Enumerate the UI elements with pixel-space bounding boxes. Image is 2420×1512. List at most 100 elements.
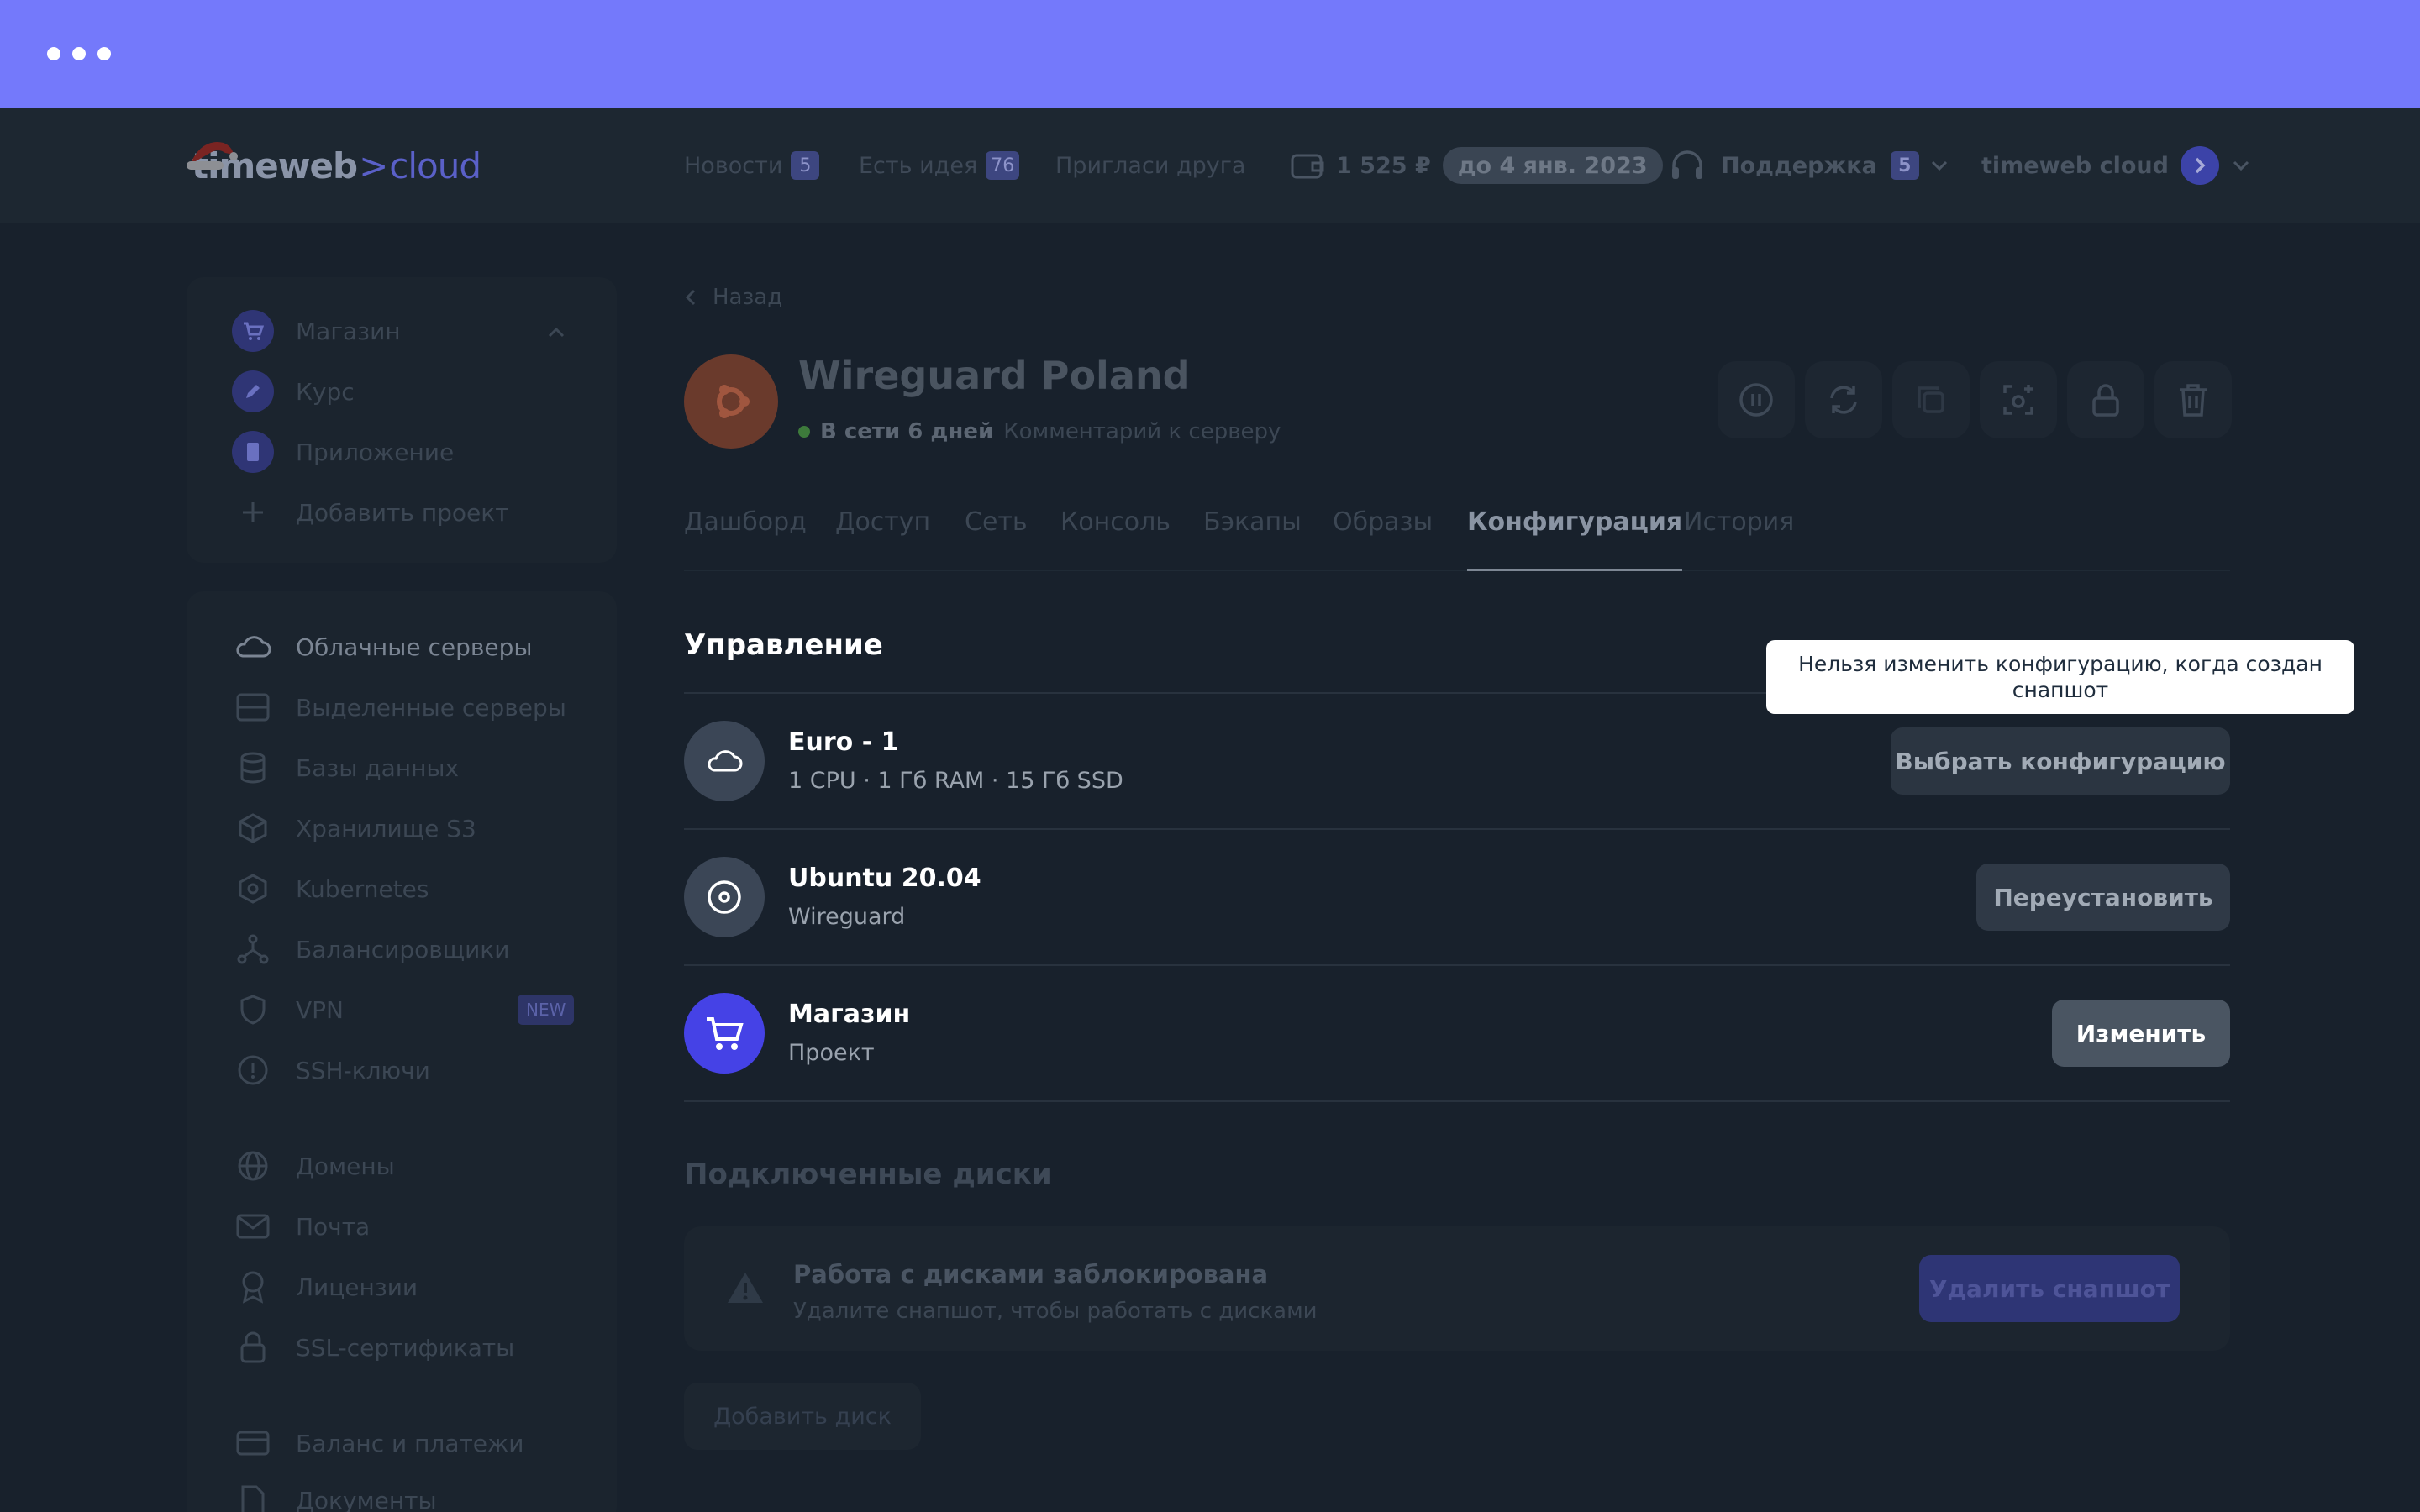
os-name: Ubuntu 20.04 xyxy=(788,864,981,893)
sidebar-item-billing[interactable]: Баланс и платежи xyxy=(232,1420,523,1467)
sidebar-item-label: Базы данных xyxy=(296,753,460,782)
sidebar-item-label: SSH-ключи xyxy=(296,1056,430,1084)
sidebar-item-label: Балансировщики xyxy=(296,935,510,963)
browser-title-bar xyxy=(0,0,2420,108)
nav-invite-friend[interactable]: Пригласи друга xyxy=(1055,144,1245,186)
account-arrow-button[interactable] xyxy=(2180,146,2219,185)
sidebar-item-dedicated-servers[interactable]: Выделенные серверы xyxy=(232,684,566,731)
tab-dashboard[interactable]: Дашборд xyxy=(684,502,807,571)
network-nodes-icon xyxy=(232,928,274,970)
sidebar-item-s3-storage[interactable]: Хранилище S3 xyxy=(232,805,476,852)
chevron-right-icon xyxy=(2195,157,2206,174)
reboot-button[interactable] xyxy=(1805,361,1882,438)
sidebar-item-ssl[interactable]: SSL-сертификаты xyxy=(232,1324,514,1371)
cart-icon xyxy=(707,1017,744,1050)
sidebar-project-app[interactable]: Приложение xyxy=(232,428,454,475)
tab-history[interactable]: История xyxy=(1684,502,1794,571)
chevron-down-icon xyxy=(1931,160,1947,171)
top-header: timeweb > cloud Новости 5 Есть идея 76 П… xyxy=(0,108,2420,223)
sidebar-item-label: Документы xyxy=(296,1486,437,1512)
cloud-icon xyxy=(708,750,743,772)
shield-icon xyxy=(232,989,274,1031)
headset-icon xyxy=(1672,150,1702,179)
copy-icon xyxy=(1918,386,1944,413)
pencil-icon xyxy=(232,370,274,412)
account-menu[interactable]: timeweb cloud xyxy=(1981,144,2251,186)
tab-network[interactable]: Сеть xyxy=(965,502,1028,571)
back-link[interactable]: Назад xyxy=(684,281,782,314)
sidebar-item-documents[interactable]: Документы xyxy=(232,1477,437,1512)
sidebar-item-balancers[interactable]: Балансировщики xyxy=(232,926,509,973)
sidebar-item-vpn[interactable]: VPN xyxy=(232,986,344,1033)
sidebar-item-label: Kubernetes xyxy=(296,874,429,903)
nav-news[interactable]: Новости 5 xyxy=(684,144,820,186)
sidebar-item-ssh-keys[interactable]: SSH-ключи xyxy=(232,1047,430,1094)
timeweb-logo[interactable]: timeweb > cloud xyxy=(187,136,481,195)
nav-idea-badge: 76 xyxy=(986,151,1020,180)
server-status-line: В сети 6 дней Комментарий к серверу xyxy=(798,417,1281,447)
support-badge: 5 xyxy=(1890,151,1919,180)
snapshot-button[interactable] xyxy=(1980,361,2057,438)
nav-news-badge: 5 xyxy=(791,151,820,180)
balance-until-pill: до 4 янв. 2023 xyxy=(1442,147,1663,184)
chevron-down-icon xyxy=(2233,160,2249,171)
change-project-button[interactable]: Изменить xyxy=(2052,1000,2230,1067)
tab-configuration[interactable]: Конфигурация xyxy=(1467,502,1683,571)
dot xyxy=(97,47,111,60)
vpn-new-badge: NEW xyxy=(518,995,575,1025)
lock-icon xyxy=(2092,384,2119,417)
sidebar-item-databases[interactable]: Базы данных xyxy=(232,744,459,791)
sidebar-item-domains[interactable]: Домены xyxy=(232,1142,395,1189)
plus-icon xyxy=(232,491,274,533)
disks-locked-subtitle: Удалите снапшот, чтобы работать с дискам… xyxy=(793,1299,1318,1324)
nav-idea[interactable]: Есть идея 76 xyxy=(859,144,1020,186)
sidebar-item-label: Выделенные серверы xyxy=(296,693,566,722)
tab-images[interactable]: Образы xyxy=(1333,502,1433,571)
sidebar-project-label: Добавить проект xyxy=(296,498,509,527)
sidebar-item-cloud-servers[interactable]: Облачные серверы xyxy=(232,623,532,670)
balance-amount: 1 525 ₽ xyxy=(1336,152,1431,179)
chevron-up-icon[interactable] xyxy=(546,326,566,339)
document-icon xyxy=(232,1479,274,1512)
delete-server-button[interactable] xyxy=(2154,361,2232,438)
tab-console[interactable]: Консоль xyxy=(1060,502,1171,571)
kubernetes-icon xyxy=(232,868,274,910)
sidebar-item-mail[interactable]: Почта xyxy=(232,1203,370,1250)
logo-separator: > xyxy=(359,144,388,186)
sidebar-project-label: Приложение xyxy=(296,438,455,466)
lock-button[interactable] xyxy=(2067,361,2144,438)
sidebar-project-course[interactable]: Курс xyxy=(232,368,355,415)
pause-button[interactable] xyxy=(1718,361,1795,438)
add-disk-button[interactable]: Добавить диск xyxy=(684,1383,921,1450)
sidebar-item-label: Хранилище S3 xyxy=(296,814,476,843)
sidebar-item-licenses[interactable]: Лицензии xyxy=(232,1263,418,1310)
balance-widget[interactable]: 1 525 ₽ до 4 янв. 2023 xyxy=(1291,144,1663,186)
account-label: timeweb cloud xyxy=(1981,152,2169,179)
reinstall-button[interactable]: Переустановить xyxy=(1976,864,2230,931)
chevron-left-icon xyxy=(685,289,696,306)
sidebar-item-label: Баланс и платежи xyxy=(296,1429,524,1457)
back-label: Назад xyxy=(713,285,783,310)
screenshot-plus-icon xyxy=(2003,385,2033,415)
sidebar-project-shop[interactable]: Магазин xyxy=(232,307,401,354)
project-row-icon xyxy=(684,993,765,1074)
os-row-icon xyxy=(684,857,765,937)
phone-icon xyxy=(232,431,274,473)
cart-icon xyxy=(232,310,274,352)
support-menu[interactable]: Поддержка 5 xyxy=(1669,144,1949,186)
nav-news-label: Новости xyxy=(684,152,783,179)
tab-access[interactable]: Доступ xyxy=(835,502,930,571)
tab-backups[interactable]: Бэкапы xyxy=(1203,502,1302,571)
server-comment-link[interactable]: Комментарий к серверу xyxy=(1003,419,1281,444)
window-menu-dots[interactable] xyxy=(47,47,111,60)
trash-icon xyxy=(2180,384,2207,417)
sidebar-item-kubernetes[interactable]: Kubernetes xyxy=(232,865,429,912)
logo-text-cloud: cloud xyxy=(389,144,481,186)
clone-button[interactable] xyxy=(1892,361,1970,438)
choose-configuration-button[interactable]: Выбрать конфигурацию xyxy=(1891,727,2230,795)
database-icon xyxy=(232,747,274,789)
sidebar-add-project[interactable]: Добавить проект xyxy=(232,489,509,536)
ubuntu-icon xyxy=(717,385,750,418)
delete-snapshot-button[interactable]: Удалить снапшот xyxy=(1919,1255,2180,1322)
award-icon xyxy=(232,1266,274,1308)
